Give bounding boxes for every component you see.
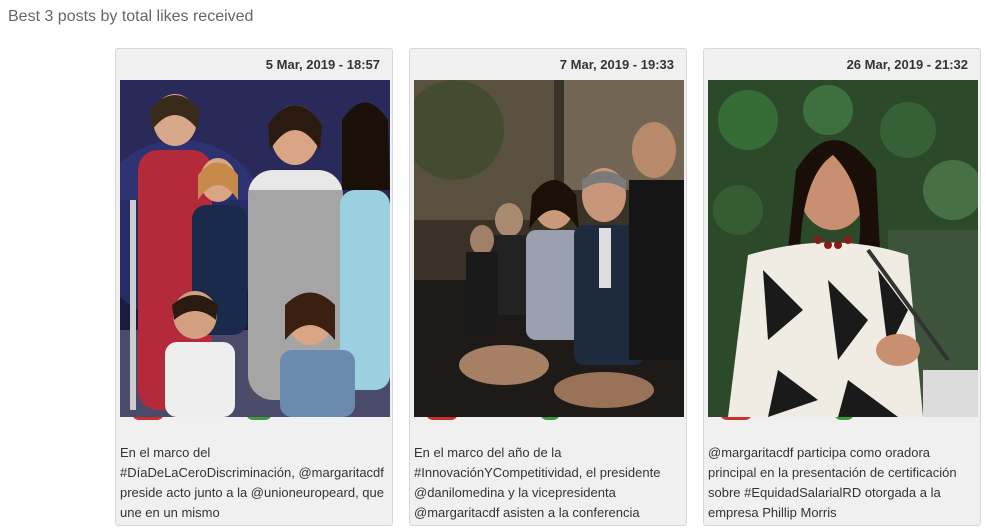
- post-date: 26 Mar, 2019 - 21:32: [846, 57, 968, 72]
- post-caption: @margaritacdf participa como oradora pri…: [708, 445, 957, 520]
- section-title: Best 3 posts by total likes received: [8, 8, 254, 25]
- post-caption: En el marco del año de la #InnovaciónYCo…: [414, 445, 661, 520]
- post-card[interactable]: 287 likes 3 comments: [703, 48, 981, 526]
- post-caption: En el marco del #DíaDeLaCeroDiscriminaci…: [120, 445, 384, 520]
- post-date: 5 Mar, 2019 - 18:57: [265, 57, 380, 72]
- post-date: 7 Mar, 2019 - 19:33: [559, 57, 674, 72]
- post-card[interactable]: 338 likes 2 comments: [409, 48, 687, 526]
- post-card[interactable]: 672 likes 18 comments: [115, 48, 393, 526]
- post-photo[interactable]: [414, 80, 684, 417]
- post-photo[interactable]: [120, 80, 390, 417]
- post-photo[interactable]: [708, 80, 978, 417]
